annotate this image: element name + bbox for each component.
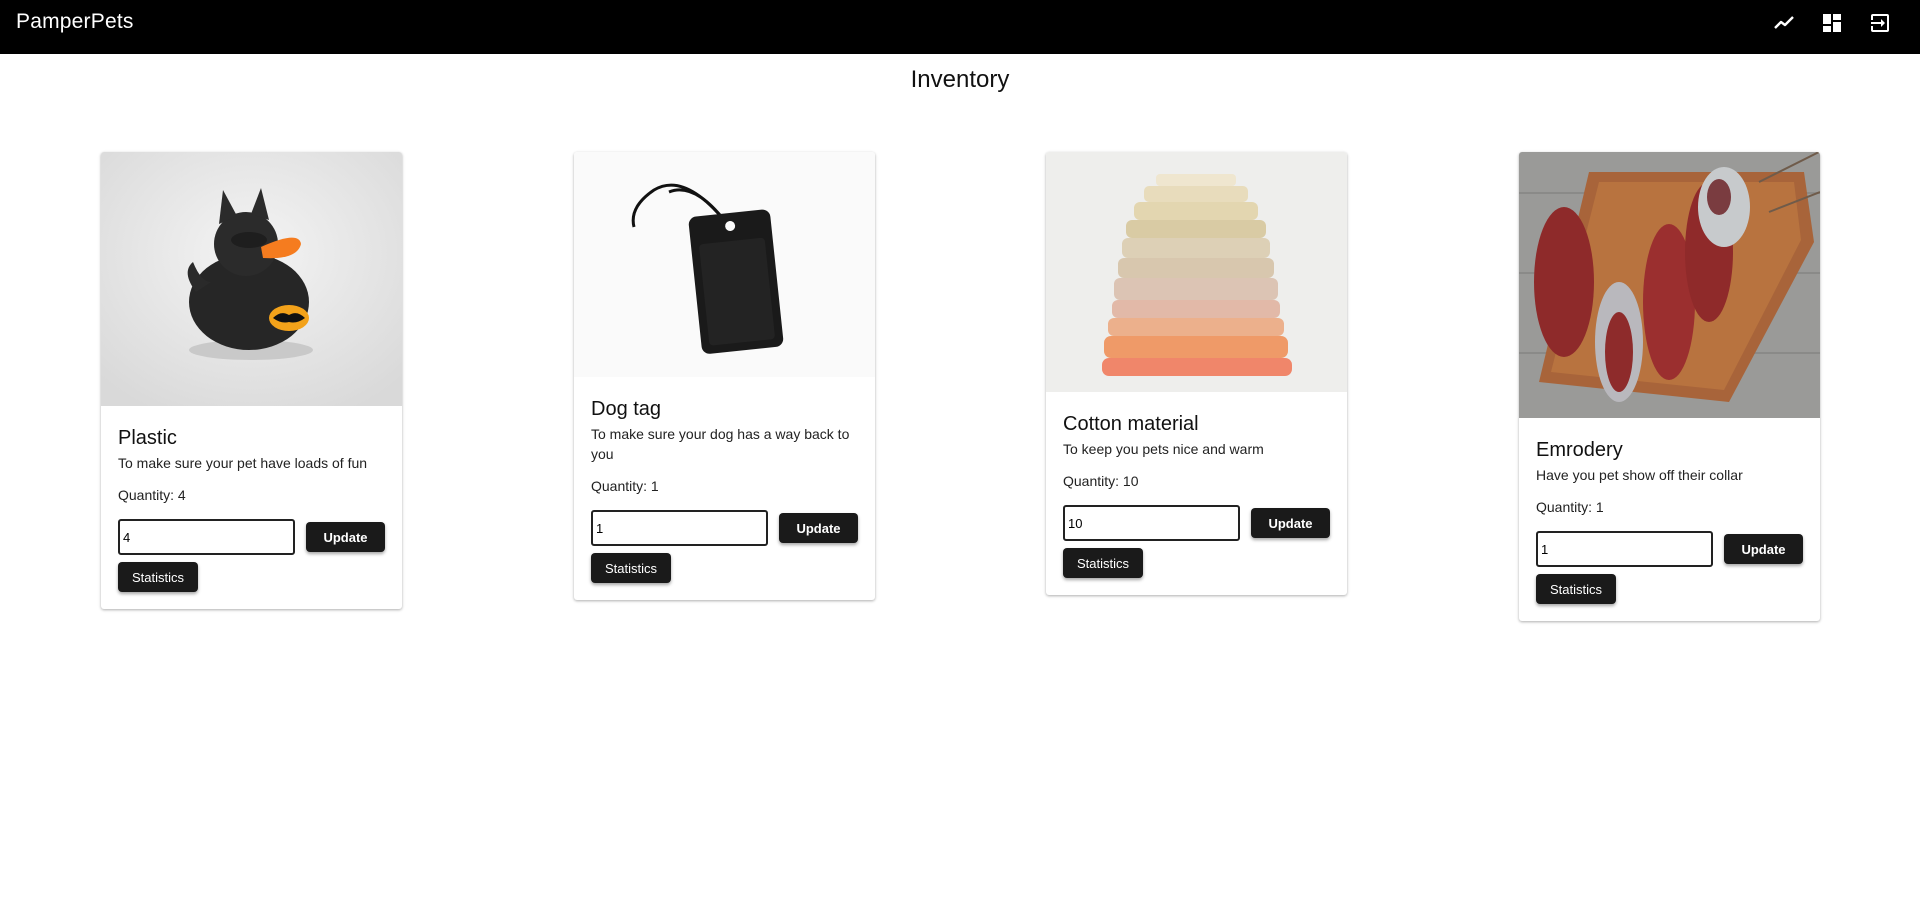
product-card-plastic: Plastic To make sure your pet have loads… (101, 152, 402, 609)
product-title: Cotton material (1063, 413, 1199, 435)
stack-of-cotton-fabric-image (1046, 152, 1347, 392)
page-title: Inventory (910, 66, 1010, 93)
product-title: Plastic (118, 427, 177, 449)
update-button[interactable]: Update (779, 513, 858, 543)
quantity-input[interactable] (591, 510, 768, 546)
product-description: To make sure your pet have loads of fun (118, 455, 368, 471)
brand-logo[interactable]: PamperPets (16, 10, 134, 34)
logout-icon[interactable] (1868, 11, 1892, 35)
product-description: To keep you pets nice and warm (1063, 441, 1264, 457)
chart-line-icon[interactable] (1772, 11, 1796, 35)
product-card-dog-tag: Dog tag To make sure your dog has a way … (574, 152, 875, 600)
statistics-button[interactable]: Statistics (591, 553, 671, 583)
product-quantity: Quantity: 1 (591, 478, 659, 494)
quantity-input[interactable] (118, 519, 295, 555)
product-quantity: Quantity: 1 (1536, 499, 1604, 515)
batman-rubber-duck-image (101, 152, 402, 406)
product-card-emrodery: Emrodery Have you pet show off their col… (1519, 152, 1820, 621)
update-button[interactable]: Update (1251, 508, 1330, 538)
product-quantity: Quantity: 10 (1063, 473, 1139, 489)
top-app-bar: PamperPets (0, 0, 1920, 54)
update-button[interactable]: Update (1724, 534, 1803, 564)
product-description: To make sure your dog has a way back to … (591, 426, 850, 462)
product-title: Dog tag (591, 398, 662, 420)
statistics-button[interactable]: Statistics (118, 562, 198, 592)
black-dog-tag-image (574, 152, 875, 377)
quantity-input[interactable] (1536, 531, 1713, 567)
yarn-skeins-on-board-image (1519, 152, 1820, 418)
statistics-button[interactable]: Statistics (1063, 548, 1143, 578)
product-description: Have you pet show off their collar (1536, 467, 1743, 483)
product-quantity: Quantity: 4 (118, 487, 186, 503)
product-title: Emrodery (1536, 439, 1623, 461)
dashboard-icon[interactable] (1820, 11, 1844, 35)
product-card-cotton-material: Cotton material To keep you pets nice an… (1046, 152, 1347, 595)
quantity-input[interactable] (1063, 505, 1240, 541)
statistics-button[interactable]: Statistics (1536, 574, 1616, 604)
update-button[interactable]: Update (306, 522, 385, 552)
